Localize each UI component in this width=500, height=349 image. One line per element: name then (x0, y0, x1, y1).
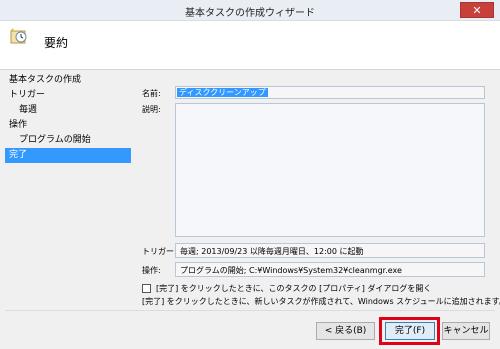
open-properties-checkbox-label[interactable]: [完了] をクリックしたときに、このタスクの [プロパティ] ダイアログを開く (156, 283, 431, 294)
action-value: プログラムの開始; C:¥Windows¥System32¥cleanmgr.e… (175, 262, 485, 277)
nav-step-weekly: 毎週 (19, 105, 38, 115)
title-bar: 基本タスクの作成ウィザード ✕ (0, 0, 500, 21)
finish-button-highlight (379, 317, 440, 345)
page-title: 要約 (44, 36, 69, 50)
description-label: 説明: (142, 105, 161, 114)
trigger-label: トリガー: (142, 247, 177, 256)
name-label: 名前: (142, 89, 161, 98)
footer-divider (5, 310, 495, 311)
nav-step-action: 操作 (9, 120, 28, 130)
description-field[interactable] (175, 103, 485, 237)
open-properties-checkbox[interactable] (142, 284, 151, 293)
window-title: 基本タスクの作成ウィザード (185, 8, 315, 19)
finish-note: [完了] をクリックしたときに、新しいタスクが作成されて、Windows スケジ… (142, 297, 500, 306)
nav-step-finish: 完了 (5, 148, 131, 163)
wizard-header: 要約 (0, 21, 500, 70)
task-clock-icon (10, 28, 27, 44)
nav-step-trigger: トリガー (9, 90, 46, 100)
nav-step-start-program: プログラムの開始 (19, 135, 91, 145)
wizard-steps-nav: 基本タスクの作成 トリガー 毎週 操作 プログラムの開始 完了 (5, 73, 131, 163)
nav-step-create-task: 基本タスクの作成 (9, 75, 82, 85)
cancel-button[interactable]: キャンセル (442, 322, 490, 340)
close-button[interactable]: ✕ (460, 2, 494, 18)
name-field[interactable]: ディスククリーンアップ (175, 86, 485, 99)
name-value: ディスククリーンアップ (177, 88, 268, 97)
back-button[interactable]: < 戻る(B) (316, 322, 375, 340)
wizard-window: 基本タスクの作成ウィザード ✕ 要約 基本タスクの作成 トリガー 毎週 操作 プ… (0, 0, 500, 349)
trigger-value: 毎週; 2013/09/23 以降毎週月曜日、12:00 に起動 (175, 243, 485, 258)
action-label: 操作: (142, 266, 161, 275)
